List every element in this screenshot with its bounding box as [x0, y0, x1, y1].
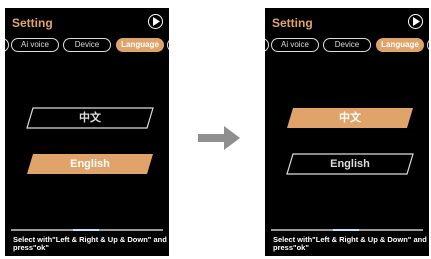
device-screen-before: Setting Ai voice Device Language 中文 Engl…	[5, 8, 169, 256]
language-option-chinese[interactable]: 中文	[25, 107, 155, 129]
tab-ai-voice[interactable]: Ai voice	[11, 38, 59, 52]
device-screen-after: Setting Ai voice Device Language 中文 Engl…	[265, 8, 429, 256]
play-circle-icon[interactable]	[408, 14, 423, 29]
scroll-indicator	[11, 229, 163, 231]
play-circle-icon[interactable]	[148, 14, 163, 29]
option-label: English	[330, 158, 370, 170]
tab-language[interactable]: Language	[116, 38, 164, 52]
tab-partial-left[interactable]	[265, 38, 269, 52]
play-triangle	[153, 17, 160, 26]
tab-ai-voice[interactable]: Ai voice	[271, 38, 319, 52]
option-label: 中文	[79, 112, 101, 124]
option-label: 中文	[339, 112, 361, 124]
scroll-indicator	[271, 229, 423, 231]
page-title: Setting	[12, 16, 53, 30]
tab-bar: Ai voice Device Language	[265, 38, 429, 52]
language-option-english[interactable]: English	[285, 153, 415, 175]
tab-partial-left[interactable]	[5, 38, 9, 52]
page-title: Setting	[272, 16, 313, 30]
tab-device[interactable]: Device	[63, 38, 111, 52]
tab-language[interactable]: Language	[376, 38, 424, 52]
hint-text: Select with"Left & Right & Up & Down" an…	[273, 235, 427, 252]
language-option-english[interactable]: English	[25, 153, 155, 175]
tab-bar: Ai voice Device Language	[5, 38, 169, 52]
arrow-right-icon	[198, 126, 240, 150]
tab-partial-right[interactable]	[167, 38, 169, 52]
tab-device[interactable]: Device	[323, 38, 371, 52]
scroll-thumb	[73, 229, 99, 231]
hint-text: Select with"Left & Right & Up & Down" an…	[13, 235, 167, 252]
play-triangle	[413, 17, 420, 26]
scroll-thumb	[333, 229, 359, 231]
language-option-chinese[interactable]: 中文	[285, 107, 415, 129]
tab-partial-right[interactable]	[427, 38, 429, 52]
option-label: English	[70, 158, 110, 170]
